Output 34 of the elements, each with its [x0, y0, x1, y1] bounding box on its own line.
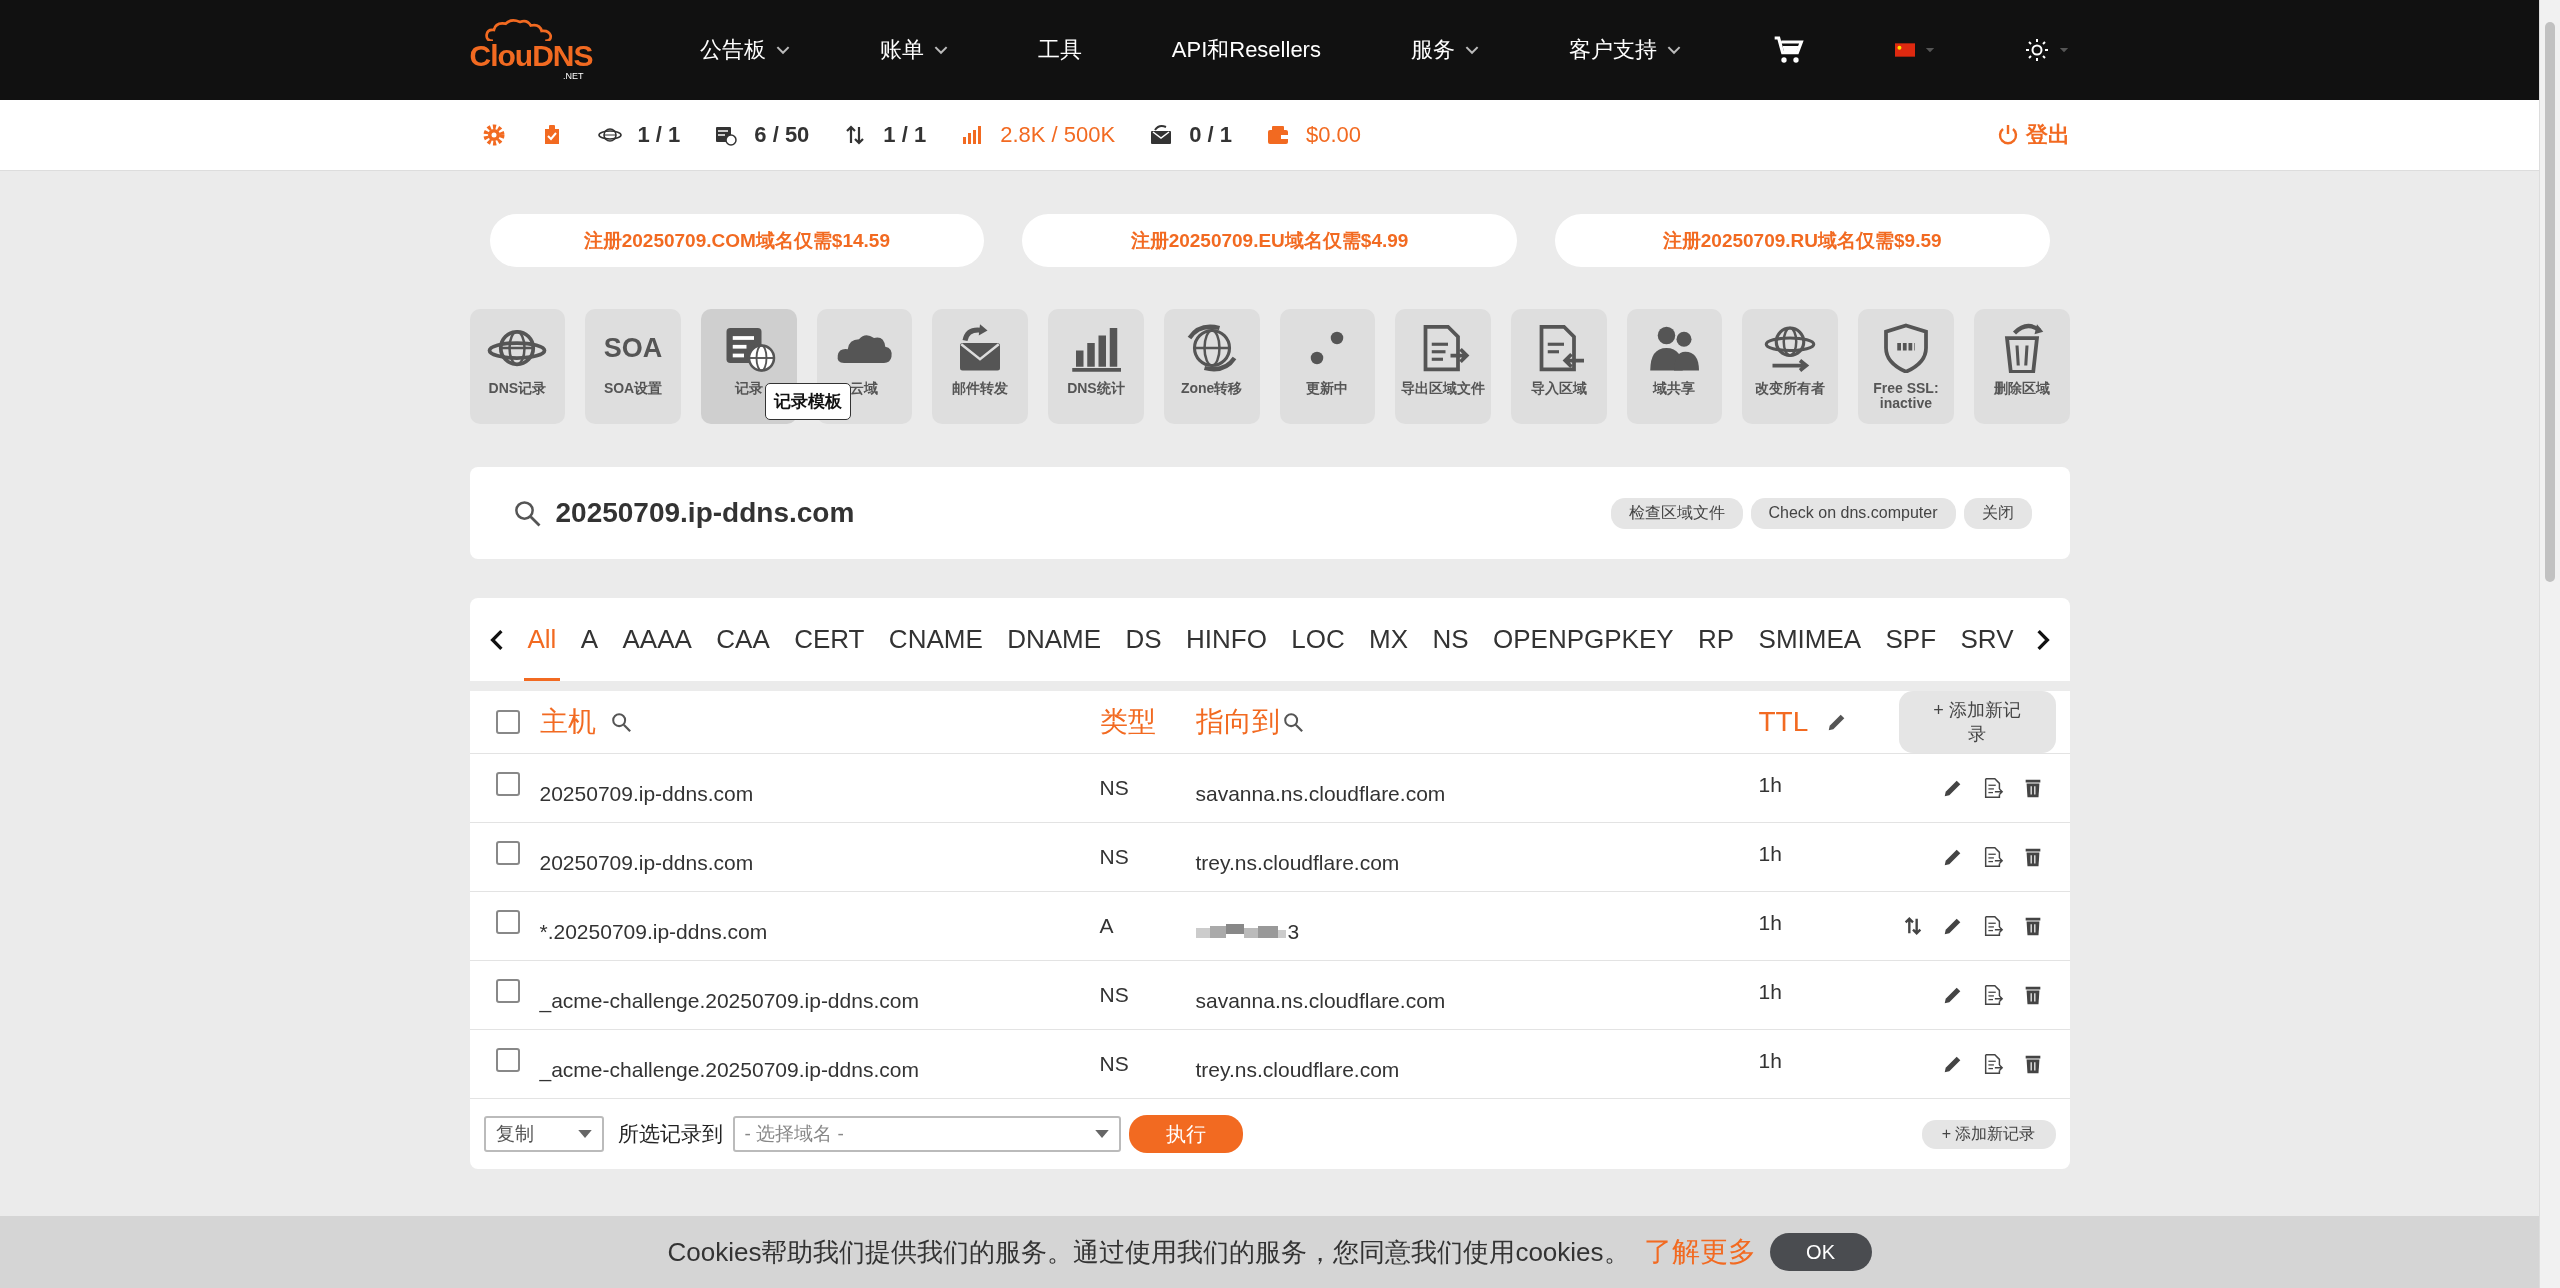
value-cell: 3: [1287, 920, 1300, 944]
ttl-cell: 1h: [1758, 911, 1782, 935]
ttl-cell: 1h: [1758, 773, 1782, 797]
stat-value: 6 / 50: [754, 122, 810, 148]
stat-value: 2.8K / 500K: [1000, 122, 1116, 148]
cookie-text: Cookies帮助我们提供我们的服务。通过使用我们的服务，您同意我们使用cookies。: [667, 1235, 1630, 1269]
host-cell: *.20250709.ip-ddns.com: [539, 920, 768, 944]
column-header: 指向到: [1195, 705, 1280, 739]
host-cell: _acme-challenge.20250709.ip-ddns.com: [539, 989, 919, 1013]
value-cell: savanna.ns.cloudflare.com: [1195, 989, 1446, 1013]
stat-value: $0.00: [1305, 122, 1362, 148]
column-header: TTL: [1758, 706, 1809, 738]
host-cell: 20250709.ip-ddns.com: [539, 782, 754, 806]
value-cell: savanna.ns.cloudflare.com: [1195, 782, 1446, 806]
tooltip: 记录模板: [764, 383, 851, 420]
move-label: 所选记录到: [617, 1121, 723, 1147]
type-cell: A: [1099, 914, 1114, 937]
host-cell: _acme-challenge.20250709.ip-ddns.com: [539, 1058, 919, 1082]
type-cell: NS: [1099, 983, 1129, 1006]
ttl-cell: 1h: [1758, 842, 1782, 866]
value-cell: trey.ns.cloudflare.com: [1195, 851, 1400, 875]
type-cell: NS: [1099, 845, 1129, 868]
ttl-cell: 1h: [1758, 980, 1782, 1004]
column-header: 类型: [1099, 706, 1156, 737]
type-cell: NS: [1099, 1052, 1129, 1075]
type-cell: NS: [1099, 776, 1129, 799]
stat-value: 1 / 1: [883, 122, 927, 148]
host-cell: 20250709.ip-ddns.com: [539, 851, 754, 875]
stat-value: 0 / 1: [1189, 122, 1232, 148]
zone-name: 20250709.ip-ddns.com: [555, 497, 855, 529]
column-header: 主机: [539, 705, 596, 739]
ttl-cell: 1h: [1758, 1049, 1782, 1073]
stat-value: 1 / 1: [637, 122, 681, 148]
value-cell: trey.ns.cloudflare.com: [1195, 1058, 1400, 1082]
